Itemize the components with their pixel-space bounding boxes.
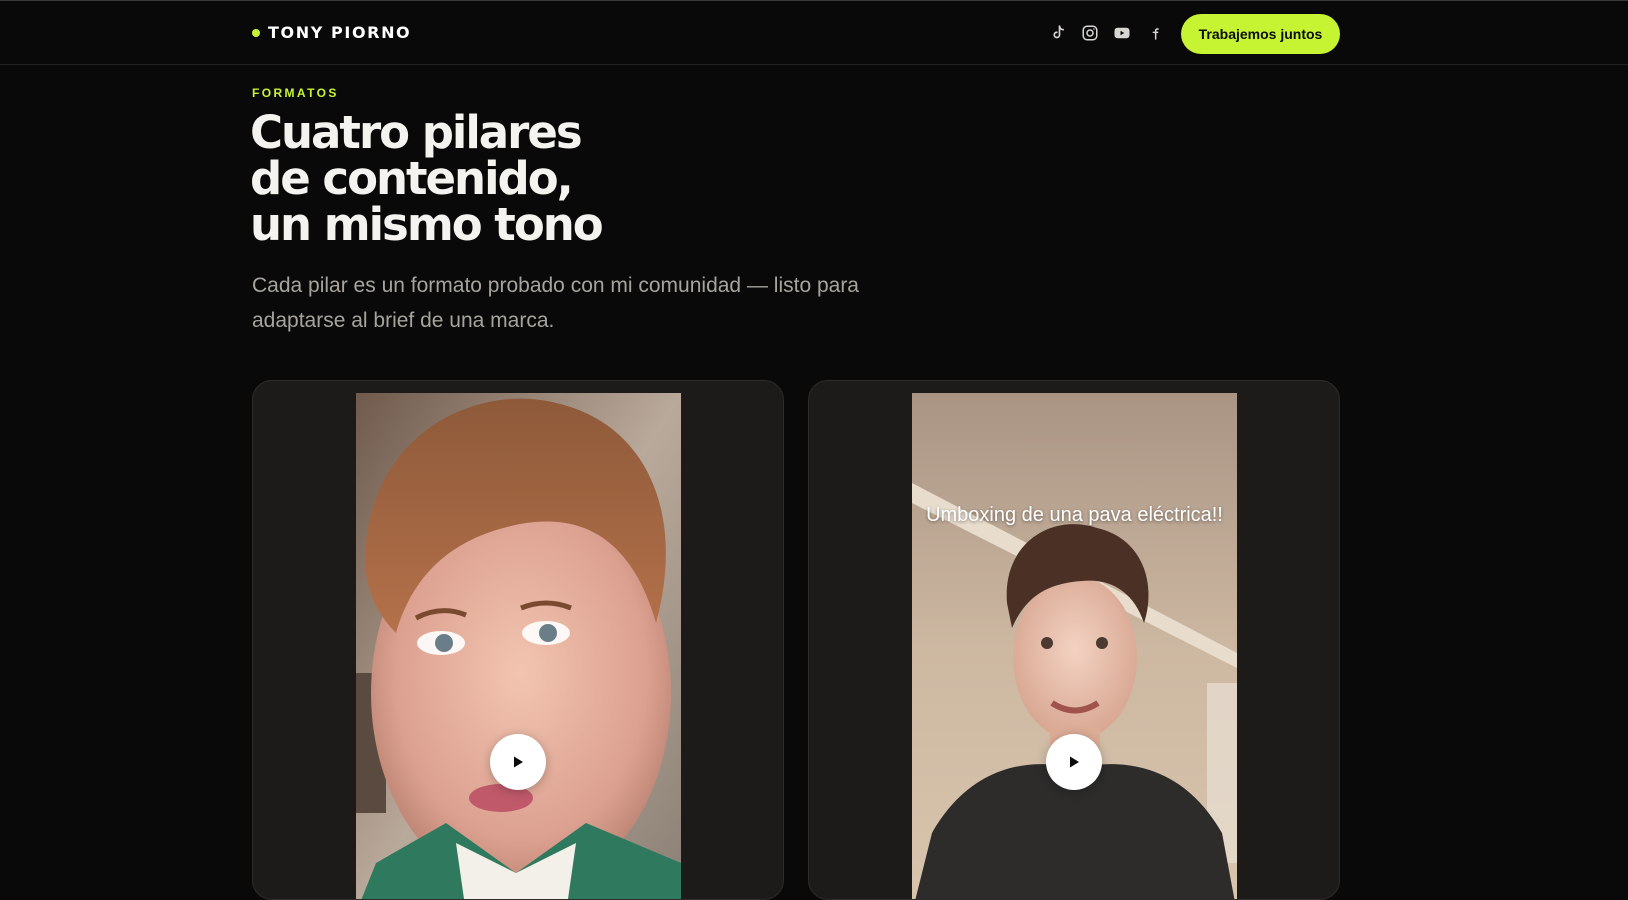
section-title-line: de contenido, xyxy=(250,152,574,205)
play-button[interactable] xyxy=(490,734,546,790)
brand-name: TONY PIORNO xyxy=(268,23,412,42)
play-icon xyxy=(1070,756,1079,768)
format-card xyxy=(252,380,784,900)
video-frame-image xyxy=(912,393,1237,899)
section-title-line: Cuatro pilares xyxy=(250,106,583,159)
video-frame-image xyxy=(356,393,681,899)
video-caption: Umboxing de una pava eléctrica!! xyxy=(926,504,1223,526)
work-together-button[interactable]: Trabajemos juntos xyxy=(1181,14,1340,54)
instagram-icon[interactable] xyxy=(1080,23,1100,43)
play-button[interactable] xyxy=(1046,734,1102,790)
video-thumbnail[interactable] xyxy=(356,393,681,899)
youtube-icon[interactable] xyxy=(1112,23,1132,43)
section-eyebrow: FORMATOS xyxy=(252,86,339,100)
brand-logo[interactable]: TONY PIORNO xyxy=(252,23,411,42)
video-thumbnail[interactable]: Umboxing de una pava eléctrica!! xyxy=(912,393,1237,899)
tiktok-icon[interactable] xyxy=(1048,23,1068,43)
facebook-icon[interactable] xyxy=(1144,23,1164,43)
brand-dot-icon xyxy=(252,28,260,37)
section-subtitle: Cada pilar es un formato probado con mi … xyxy=(252,274,859,332)
section-title: Cuatro pilares de contenido, un mismo to… xyxy=(250,110,950,248)
navbar: TONY PIORNO Trabajemos juntos xyxy=(0,1,1628,65)
section-title-line: un mismo tono xyxy=(250,198,604,251)
play-icon xyxy=(514,756,523,768)
format-card: Umboxing de una pava eléctrica!! xyxy=(808,380,1340,900)
social-links xyxy=(1048,23,1164,43)
